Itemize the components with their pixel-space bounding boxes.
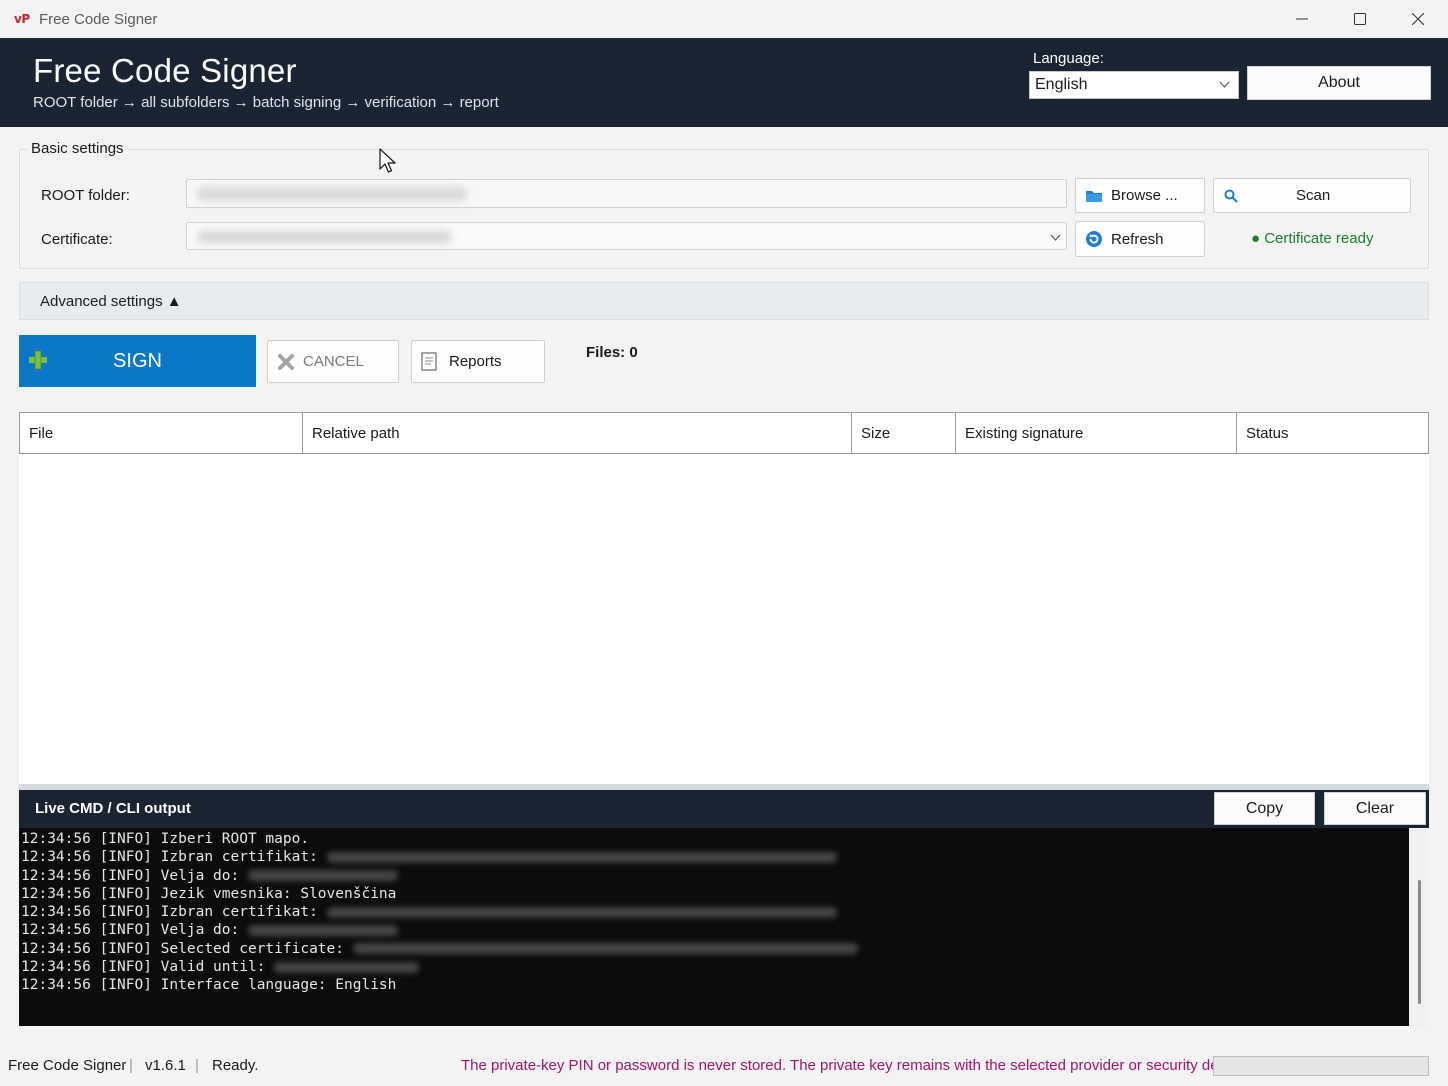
language-select[interactable]: English (1029, 71, 1239, 99)
search-icon (1224, 189, 1238, 203)
progress-bar (1213, 1056, 1429, 1076)
console-title: Live CMD / CLI output (35, 800, 191, 817)
folder-icon (1085, 189, 1103, 203)
sign-label: SIGN (113, 349, 162, 372)
log-line: 12:34:56 [INFO] Selected certificate: (21, 940, 1409, 958)
language-value: English (1035, 76, 1088, 93)
table-header: File Relative path Size Existing signatu… (19, 412, 1429, 454)
mouse-cursor-icon (379, 148, 396, 173)
console-scroll-thumb[interactable] (1418, 880, 1421, 1004)
redacted-text (326, 851, 837, 863)
document-icon (421, 352, 437, 371)
close-icon (1412, 13, 1424, 25)
clear-button[interactable]: Clear (1324, 792, 1426, 825)
refresh-button[interactable]: Refresh (1075, 221, 1205, 257)
chevron-down-icon (1050, 234, 1061, 241)
reports-label: Reports (449, 353, 502, 370)
status-app-name: Free Code Signer (8, 1057, 127, 1074)
status-state: Ready. (212, 1057, 259, 1074)
log-line: 12:34:56 [INFO] Jezik vmesnika: Slovenšč… (21, 885, 397, 902)
app-logo-icon: vP (14, 12, 30, 26)
window-title: Free Code Signer (39, 11, 158, 28)
close-button[interactable] (1389, 0, 1447, 38)
redacted-text (274, 961, 420, 973)
cancel-button[interactable]: CANCEL (267, 340, 399, 383)
minimize-button[interactable] (1273, 0, 1331, 38)
certificate-label: Certificate: (41, 231, 113, 248)
column-header-size[interactable]: Size (852, 413, 956, 453)
log-line: 12:34:56 [INFO] Izberi ROOT mapo. (21, 831, 310, 847)
advanced-settings-label: Advanced settings ▲ (40, 293, 182, 310)
status-separator: | (195, 1057, 199, 1074)
console-header: Live CMD / CLI output Copy Clear (19, 790, 1429, 828)
root-folder-field[interactable] (186, 179, 1067, 208)
cancel-label: CANCEL (303, 353, 364, 370)
root-folder-label: ROOT folder: (41, 187, 130, 204)
log-line: 12:34:56 [INFO] Izbran certifikat: (21, 903, 1409, 921)
status-version: v1.6.1 (145, 1057, 186, 1074)
sign-button[interactable]: SIGN (19, 335, 256, 387)
column-header-status[interactable]: Status (1237, 413, 1428, 453)
basic-settings-title: Basic settings (27, 140, 128, 157)
minimize-icon (1296, 18, 1308, 20)
log-line: 12:34:56 [INFO] Interface language: Engl… (21, 977, 397, 994)
refresh-label: Refresh (1111, 230, 1164, 248)
app-name: Free Code Signer (33, 52, 297, 89)
log-line: 12:34:56 [INFO] Velja do: (21, 921, 1409, 939)
redacted-text (352, 943, 858, 955)
redacted-path (197, 187, 467, 201)
column-header-relative-path[interactable]: Relative path (303, 413, 852, 453)
about-button[interactable]: About (1247, 66, 1431, 100)
window-titlebar: vP Free Code Signer (0, 0, 1448, 38)
certificate-select[interactable] (186, 222, 1067, 250)
log-line: 12:34:56 [INFO] Izbran certifikat: (21, 848, 1409, 866)
log-line: 12:34:56 [INFO] Valid until: (21, 958, 1409, 976)
plus-icon (28, 350, 48, 376)
app-header: Free Code Signer ROOT folder → all subfo… (0, 38, 1448, 127)
certificate-status: ● Certificate ready (1251, 230, 1374, 247)
app-subtitle: ROOT folder → all subfolders → batch sig… (33, 94, 499, 111)
files-count: Files: 0 (586, 344, 638, 361)
language-label: Language: (1033, 50, 1104, 67)
advanced-settings-toggle[interactable]: Advanced settings ▲ (19, 282, 1429, 320)
refresh-icon (1085, 230, 1103, 248)
column-header-file[interactable]: File (20, 413, 303, 453)
redacted-certificate (197, 230, 452, 244)
log-line: 12:34:56 [INFO] Velja do: (21, 867, 1409, 885)
cancel-icon (277, 353, 295, 371)
column-header-existing-signature[interactable]: Existing signature (956, 413, 1237, 453)
browse-label: Browse ... (1111, 187, 1178, 204)
chevron-down-icon (1219, 81, 1230, 88)
scan-label: Scan (1296, 187, 1331, 204)
redacted-text (247, 870, 398, 882)
status-bar: Free Code Signer | v1.6.1 | Ready. The p… (0, 1048, 1448, 1086)
redacted-text (247, 924, 398, 936)
security-notice: The private-key PIN or password is never… (461, 1057, 1250, 1074)
files-table[interactable]: File Relative path Size Existing signatu… (19, 412, 1429, 784)
scan-button[interactable]: Scan (1213, 178, 1411, 213)
status-separator: | (129, 1057, 133, 1074)
maximize-button[interactable] (1331, 0, 1389, 38)
maximize-icon (1354, 13, 1366, 25)
console-output[interactable]: 12:34:56 [INFO] Izberi ROOT mapo. 12:34:… (19, 828, 1409, 1026)
copy-button[interactable]: Copy (1214, 792, 1315, 825)
redacted-text (326, 906, 837, 918)
browse-button[interactable]: Browse ... (1075, 178, 1205, 213)
reports-button[interactable]: Reports (411, 340, 545, 383)
